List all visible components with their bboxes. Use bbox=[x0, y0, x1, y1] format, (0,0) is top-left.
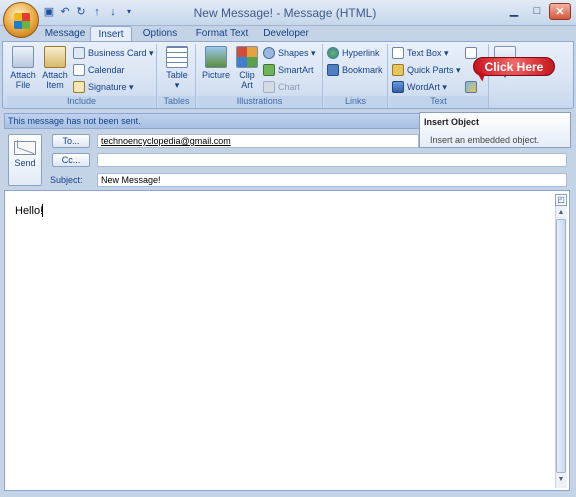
down-arrow-icon[interactable]: ↓ bbox=[106, 5, 120, 19]
picture-icon bbox=[205, 46, 227, 68]
subject-label: Subject: bbox=[50, 175, 83, 185]
tooltip-description: Insert an embedded object. bbox=[430, 135, 540, 145]
group-label-tables: Tables bbox=[158, 96, 195, 107]
insert-object-button[interactable] bbox=[465, 80, 480, 95]
group-label-links: Links bbox=[324, 96, 387, 107]
smartart-icon bbox=[263, 64, 275, 76]
maximize-button[interactable]: □ bbox=[526, 3, 548, 20]
group-links: Hyperlink Bookmark Links bbox=[324, 44, 388, 108]
quick-parts-icon bbox=[392, 64, 404, 76]
smartart-label: SmartArt bbox=[278, 65, 314, 75]
scroll-up-icon[interactable]: ▲ bbox=[556, 208, 566, 218]
insert-object-tooltip: Insert Object Insert an embedded object. bbox=[419, 112, 571, 148]
wordart-icon bbox=[392, 81, 404, 93]
chart-icon bbox=[263, 81, 275, 93]
send-label: Send bbox=[14, 158, 36, 168]
attach-file-label: Attach File bbox=[10, 70, 36, 90]
calendar-button[interactable]: Calendar bbox=[73, 63, 125, 78]
scroll-down-icon[interactable]: ▼ bbox=[556, 475, 566, 485]
text-box-label: Text Box bbox=[407, 48, 442, 58]
close-button[interactable]: ✕ bbox=[549, 3, 571, 20]
smartart-button[interactable]: SmartArt bbox=[263, 63, 314, 78]
signature-label: Signature bbox=[88, 82, 127, 92]
group-include: Attach File Attach Item Business Card ▾ … bbox=[7, 44, 157, 108]
wordart-button[interactable]: WordArt ▾ bbox=[392, 80, 447, 95]
text-box-icon bbox=[392, 47, 404, 59]
to-field[interactable]: technoencyclopedia@gmail.com bbox=[97, 134, 419, 148]
office-logo-icon bbox=[14, 13, 30, 29]
quick-parts-button[interactable]: Quick Parts ▾ bbox=[392, 63, 461, 78]
bookmark-label: Bookmark bbox=[342, 65, 383, 75]
hyperlink-icon bbox=[327, 47, 339, 59]
signature-icon bbox=[73, 81, 85, 93]
shapes-icon bbox=[263, 47, 275, 59]
table-icon bbox=[166, 46, 188, 68]
drop-cap-icon bbox=[465, 47, 477, 59]
tab-developer[interactable]: Developer bbox=[260, 26, 312, 42]
info-bar: This message has not been sent. bbox=[4, 113, 420, 129]
group-label-illustrations: Illustrations bbox=[197, 96, 322, 107]
redo-icon[interactable]: ↻ bbox=[74, 5, 88, 19]
calendar-icon bbox=[73, 64, 85, 76]
text-box-button[interactable]: Text Box ▾ bbox=[392, 46, 449, 61]
message-body-text: Hello! bbox=[15, 205, 44, 217]
scroll-thumb[interactable] bbox=[556, 219, 566, 473]
tab-insert[interactable]: Insert bbox=[90, 26, 132, 42]
quick-parts-label: Quick Parts bbox=[407, 65, 454, 75]
ribbon-tabs: Message Insert Options Format Text Devel… bbox=[0, 26, 576, 42]
customize-toolbar-icon[interactable]: ▾ bbox=[122, 5, 136, 19]
hyperlink-label: Hyperlink bbox=[342, 48, 380, 58]
wordart-label: WordArt bbox=[407, 82, 440, 92]
group-tables: Table ▾ Tables bbox=[158, 44, 196, 108]
calendar-label: Calendar bbox=[88, 65, 125, 75]
group-label-text: Text bbox=[389, 96, 488, 107]
business-card-icon bbox=[73, 47, 85, 59]
signature-button[interactable]: Signature ▾ bbox=[73, 80, 134, 95]
bookmark-button[interactable]: Bookmark bbox=[327, 63, 383, 78]
bookmark-icon bbox=[327, 64, 339, 76]
attach-file-button[interactable]: Attach File bbox=[9, 46, 37, 90]
chart-button[interactable]: Chart bbox=[263, 80, 300, 95]
office-button[interactable] bbox=[3, 2, 39, 38]
attach-item-button[interactable]: Attach Item bbox=[41, 46, 69, 90]
tooltip-title: Insert Object bbox=[424, 117, 480, 127]
cc-field[interactable] bbox=[97, 153, 567, 167]
clip-art-button[interactable]: Clip Art bbox=[235, 46, 259, 90]
cc-button[interactable]: Cc... bbox=[52, 153, 90, 167]
group-symbols: ▾ bbox=[490, 44, 520, 108]
tab-format-text[interactable]: Format Text bbox=[192, 26, 252, 42]
undo-icon[interactable]: ↶ bbox=[58, 5, 72, 19]
message-body[interactable] bbox=[4, 190, 570, 491]
tab-message[interactable]: Message bbox=[40, 26, 90, 42]
send-envelope-icon bbox=[14, 141, 36, 155]
paperclip-icon bbox=[12, 46, 34, 68]
save-icon[interactable]: ▣ bbox=[42, 5, 56, 19]
hyperlink-button[interactable]: Hyperlink bbox=[327, 46, 380, 61]
business-card-label: Business Card bbox=[88, 48, 147, 58]
picture-button[interactable]: Picture bbox=[200, 46, 232, 80]
group-label-include: Include bbox=[7, 96, 156, 107]
envelope-attach-icon bbox=[44, 46, 66, 68]
subject-field[interactable]: New Message! bbox=[97, 173, 567, 187]
insert-object-icon bbox=[465, 81, 477, 93]
text-cursor bbox=[42, 204, 43, 217]
shapes-label: Shapes bbox=[278, 48, 309, 58]
picture-label: Picture bbox=[201, 70, 230, 80]
table-label: Table bbox=[166, 70, 188, 80]
up-arrow-icon[interactable]: ↑ bbox=[90, 5, 104, 19]
table-button[interactable]: Table ▾ bbox=[162, 46, 192, 90]
send-button[interactable]: Send bbox=[8, 134, 42, 186]
clip-art-icon bbox=[236, 46, 258, 68]
to-button[interactable]: To... bbox=[52, 134, 90, 148]
attach-item-label: Attach Item bbox=[42, 70, 68, 90]
shapes-button[interactable]: Shapes ▾ bbox=[263, 46, 316, 61]
view-ruler-icon[interactable]: ◰ bbox=[555, 194, 567, 206]
tab-options[interactable]: Options bbox=[136, 26, 184, 42]
window-title: New Message! - Message (HTML) bbox=[193, 6, 377, 20]
group-illustrations: Picture Clip Art Shapes ▾ SmartArt Chart… bbox=[197, 44, 323, 108]
business-card-button[interactable]: Business Card ▾ bbox=[73, 46, 154, 61]
clip-art-label: Clip Art bbox=[239, 70, 255, 90]
chart-label: Chart bbox=[278, 82, 301, 92]
minimize-button[interactable]: ▁ bbox=[503, 3, 525, 20]
